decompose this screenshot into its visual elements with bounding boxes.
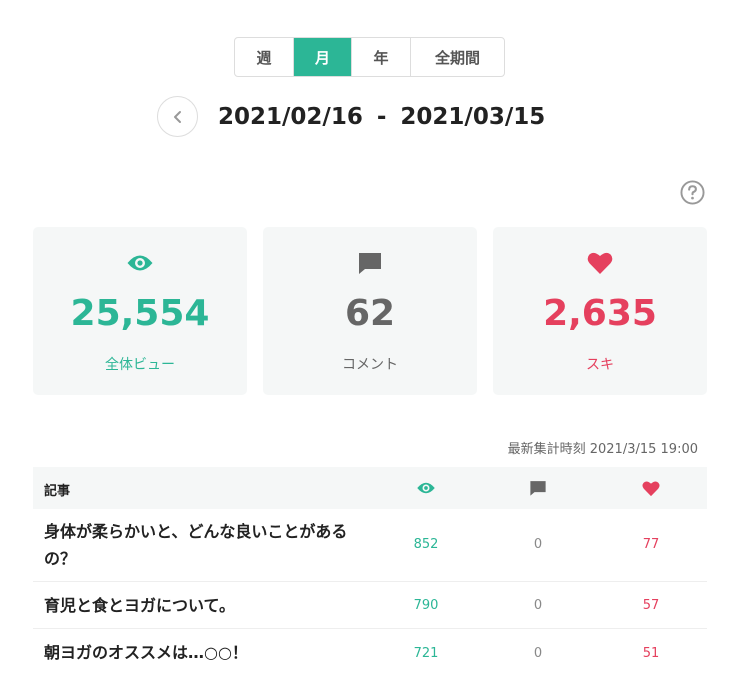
views-total: 25,554 bbox=[70, 293, 210, 334]
table-row[interactable]: 育児と食とヨガについて。 790 0 57 bbox=[33, 582, 707, 629]
article-comments: 0 bbox=[533, 537, 543, 552]
previous-period-button[interactable] bbox=[157, 96, 198, 137]
help-icon[interactable] bbox=[680, 180, 705, 205]
article-views: 721 bbox=[413, 646, 439, 661]
comments-summary-card: 62 コメント bbox=[263, 227, 477, 395]
column-header-article: 記事 bbox=[44, 484, 71, 499]
article-likes: 77 bbox=[642, 537, 660, 552]
comments-label: コメント bbox=[342, 357, 398, 373]
comments-total: 62 bbox=[344, 293, 396, 334]
article-title-link[interactable]: 身体が柔らかいと、どんな良いことがあるの？ bbox=[44, 518, 374, 572]
article-views: 790 bbox=[413, 598, 439, 613]
article-views: 852 bbox=[413, 537, 439, 552]
article-likes: 51 bbox=[642, 646, 660, 661]
tab-month[interactable]: 月 bbox=[294, 38, 352, 76]
likes-summary-card: 2,635 スキ bbox=[493, 227, 707, 395]
date-range-separator: - bbox=[376, 104, 387, 130]
articles-table-header: 記事 bbox=[33, 467, 707, 509]
article-likes: 57 bbox=[642, 598, 660, 613]
heart-icon bbox=[586, 249, 614, 277]
eye-icon bbox=[415, 477, 437, 499]
table-row[interactable]: 身体が柔らかいと、どんな良いことがあるの？ 852 0 77 bbox=[33, 509, 707, 582]
article-title-link[interactable]: 育児と食とヨガについて。 bbox=[44, 592, 374, 619]
likes-label: スキ bbox=[586, 357, 614, 373]
likes-total: 2,635 bbox=[543, 293, 657, 334]
date-range: 2021/02/16 - 2021/03/15 bbox=[218, 104, 545, 130]
article-comments: 0 bbox=[533, 646, 543, 661]
table-row[interactable]: 朝ヨガのオススメは…○○！ 721 0 51 bbox=[33, 629, 707, 674]
date-range-start: 2021/02/16 bbox=[218, 104, 363, 130]
last-updated-timestamp: 最新集計時刻 2021/3/15 19:00 bbox=[507, 442, 698, 457]
tab-all-time[interactable]: 全期間 bbox=[411, 38, 504, 76]
views-label: 全体ビュー bbox=[105, 357, 175, 373]
tab-year[interactable]: 年 bbox=[352, 38, 411, 76]
article-title-link[interactable]: 朝ヨガのオススメは…○○！ bbox=[44, 639, 374, 666]
comment-icon bbox=[356, 249, 384, 277]
tab-week[interactable]: 週 bbox=[235, 38, 294, 76]
chevron-left-icon bbox=[173, 110, 181, 123]
comment-icon bbox=[527, 477, 549, 499]
heart-icon bbox=[640, 477, 662, 499]
date-range-end: 2021/03/15 bbox=[400, 104, 546, 130]
views-summary-card: 25,554 全体ビュー bbox=[33, 227, 247, 395]
eye-icon bbox=[126, 249, 154, 277]
period-tabs: 週 月 年 全期間 bbox=[234, 37, 505, 77]
article-comments: 0 bbox=[533, 598, 543, 613]
